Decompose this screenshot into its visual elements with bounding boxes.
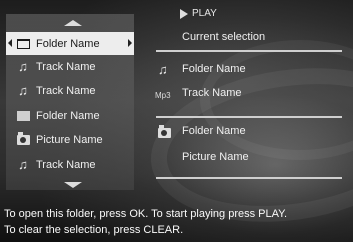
camera-icon bbox=[158, 125, 171, 140]
play-icon bbox=[180, 8, 188, 19]
divider bbox=[156, 50, 342, 52]
list-item-track[interactable]: ♫ Track Name bbox=[6, 153, 134, 176]
folder-icon bbox=[16, 37, 30, 51]
list-item-label: Track Name bbox=[36, 158, 96, 171]
list-item-folder[interactable]: Folder Name bbox=[6, 104, 134, 127]
list-item-label: Folder Name bbox=[36, 37, 100, 50]
list-item-label: Track Name bbox=[36, 84, 96, 97]
scroll-up-arrow-icon[interactable] bbox=[64, 20, 82, 26]
selected-track-name: Track Name bbox=[182, 87, 242, 99]
folder-icon bbox=[16, 109, 30, 123]
camera-icon bbox=[16, 131, 30, 147]
picture-folder-name: Folder Name bbox=[182, 125, 246, 137]
list-item-folder[interactable]: Folder Name bbox=[6, 32, 134, 55]
list-item-label: Picture Name bbox=[36, 133, 103, 146]
play-label: PLAY bbox=[192, 8, 217, 19]
list-item-track[interactable]: ♫ Track Name bbox=[6, 79, 134, 102]
right-arrow-icon bbox=[128, 39, 132, 47]
help-line: To open this folder, press OK. To start … bbox=[4, 208, 288, 220]
current-selection-heading: Current selection bbox=[182, 31, 266, 43]
divider bbox=[156, 116, 342, 118]
play-indicator: PLAY bbox=[180, 8, 217, 19]
mp3-badge: Mp3 bbox=[155, 91, 171, 100]
music-note-icon: ♫ bbox=[18, 157, 28, 172]
selected-picture-name: Picture Name bbox=[182, 151, 249, 163]
scroll-down-arrow-icon[interactable] bbox=[64, 182, 82, 188]
music-note-icon: ♫ bbox=[158, 62, 168, 77]
selected-folder-name: Folder Name bbox=[182, 63, 246, 75]
divider bbox=[156, 177, 342, 179]
music-note-icon: ♫ bbox=[18, 59, 28, 74]
list-item-label: Track Name bbox=[36, 60, 96, 73]
music-note-icon: ♫ bbox=[18, 83, 28, 98]
left-arrow-icon bbox=[8, 39, 12, 47]
list-item-track[interactable]: ♫ Track Name bbox=[6, 55, 134, 78]
list-item-label: Folder Name bbox=[36, 109, 100, 122]
list-item-picture[interactable]: Picture Name bbox=[6, 128, 134, 151]
help-line: To clear the selection, press CLEAR. bbox=[4, 224, 184, 236]
media-browser-screen: Folder Name ♫ Track Name ♫ Track Name Fo… bbox=[0, 0, 353, 242]
help-text: To open this folder, press OK. To start … bbox=[4, 206, 353, 238]
